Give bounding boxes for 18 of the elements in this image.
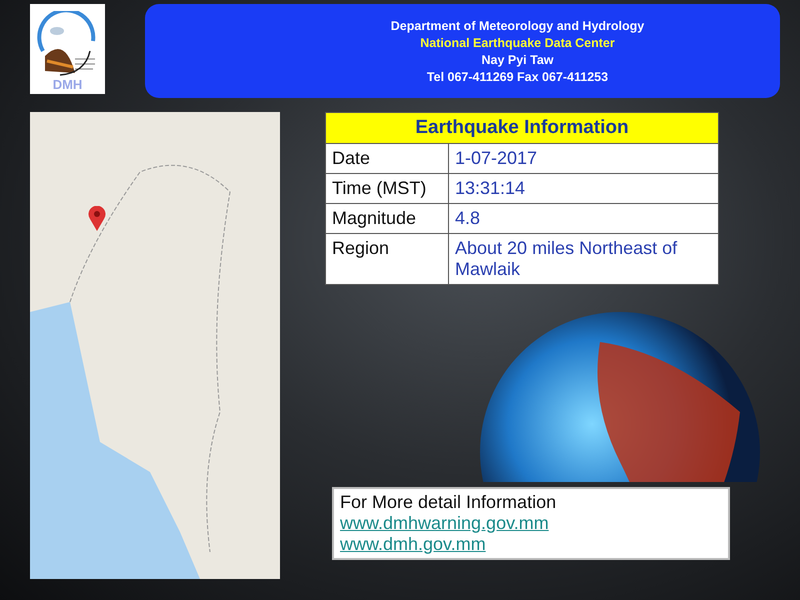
header-text: National Earthquake Data Center: [420, 36, 615, 50]
table-cell: Date: [326, 144, 448, 174]
table-cell: Time (MST): [326, 174, 448, 204]
website-link[interactable]: www.dmhwarning.gov.mm: [340, 513, 549, 533]
header-text: Nay Pyi Taw: [481, 52, 554, 66]
table-cell: Region: [326, 234, 448, 284]
logo-text: DMH: [52, 77, 82, 92]
header-text: Department of Meteorology and Hydrology: [390, 18, 644, 32]
table-cell: Magnitude: [326, 204, 448, 234]
info-heading: For More detail Information: [340, 492, 558, 513]
table-cell: 4.8: [448, 204, 718, 234]
header-text: Tel 067-411269 Fax 067-411253: [426, 70, 608, 84]
table-title: Earthquake Information: [326, 112, 718, 144]
table-cell: About 20 miles Northeast of Mawlaik: [448, 234, 718, 284]
map-pin-icon: [88, 206, 106, 232]
table-cell: 13:31:14: [448, 174, 718, 204]
table-cell: 1-07-2017: [448, 144, 718, 174]
website-link[interactable]: www.dmh.gov.mm: [340, 534, 486, 554]
